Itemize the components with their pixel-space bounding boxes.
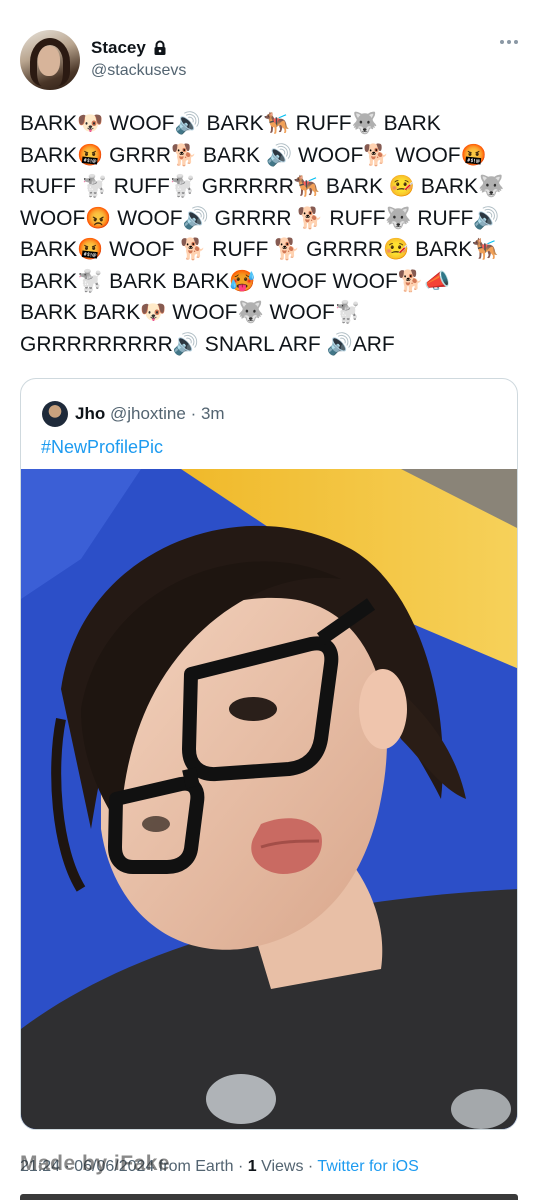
author-handle[interactable]: @stackusevs [91,62,186,80]
author-display-name[interactable]: Stacey [91,38,146,58]
client-link[interactable]: Twitter for iOS [317,1158,418,1175]
hashtag-link[interactable]: #NewProfilePic [41,437,163,458]
quoted-tweet-card[interactable]: Jho @jhoxtine · 3m #NewProfilePic [20,378,518,1130]
avatar-face [38,46,60,76]
more-options-icon[interactable] [500,40,518,44]
bottom-divider [20,1194,518,1200]
views-label: Views [261,1158,304,1175]
profile-photo[interactable] [21,469,517,1129]
quoted-timestamp: 3m [200,404,225,423]
tweet-header: Stacey @stackusevs [20,30,518,90]
photo-illustration [21,469,517,1129]
quoted-author-handle: @jhoxtine [109,404,186,423]
author-name-row: Stacey [91,38,168,58]
lock-icon [152,40,168,56]
quoted-author-avatar [42,401,68,427]
quoted-author-row: Jho @jhoxtine · 3m [75,404,225,423]
watermark: Made by iFake [20,1152,171,1175]
quoted-author-name: Jho [75,404,106,423]
views-count: 1 [247,1158,257,1175]
tweet-text: BARK🐶 WOOF🔊 BARK🐕‍🦺 RUFF🐺 BARK BARK🤬 GRR… [20,112,505,356]
author-avatar[interactable] [20,30,80,90]
